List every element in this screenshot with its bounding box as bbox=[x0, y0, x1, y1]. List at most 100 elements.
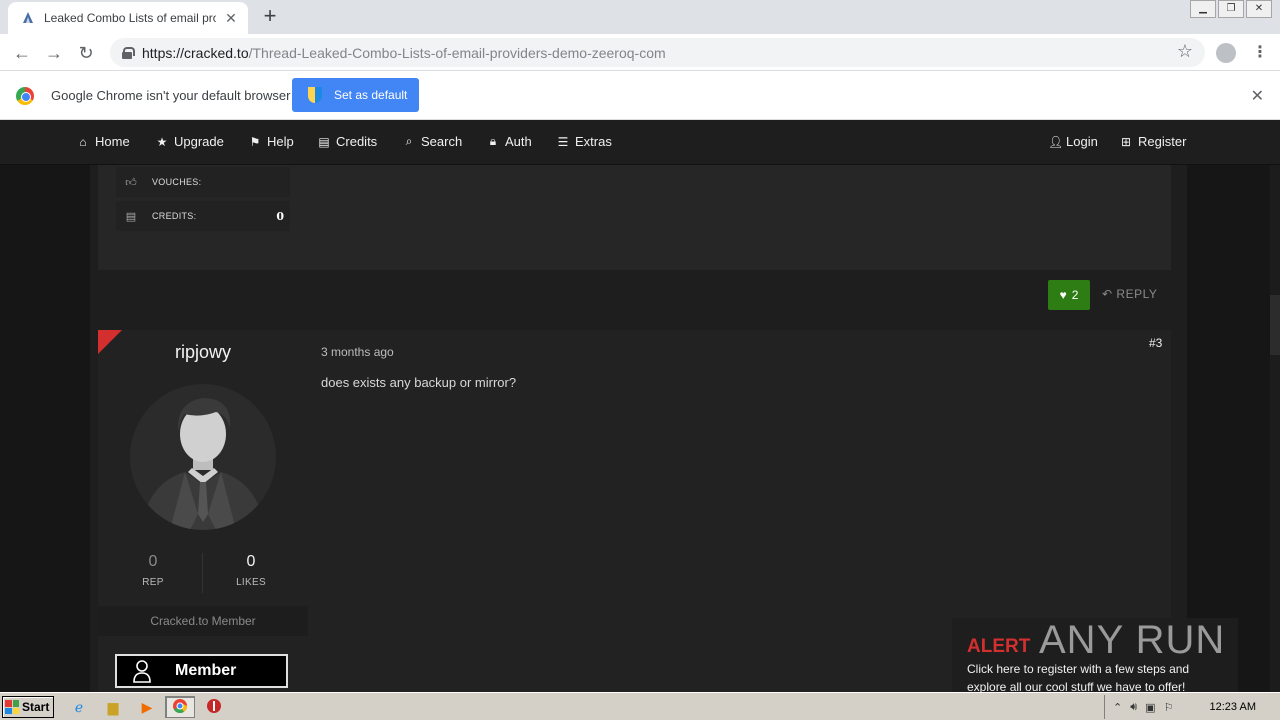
star-icon: ★ bbox=[156, 134, 168, 149]
post-date: 3 months ago bbox=[321, 345, 394, 359]
chrome-logo-icon bbox=[16, 87, 34, 105]
internet-explorer-icon[interactable]: ℯ bbox=[70, 698, 88, 716]
browser-tabstrip: Leaked Combo Lists of email providers ✕ … bbox=[0, 0, 1280, 34]
lock-icon: 🔒︎ bbox=[489, 134, 497, 148]
nav-auth[interactable]: 🔒︎ Auth bbox=[487, 134, 532, 149]
close-window-button[interactable]: ✕ bbox=[1246, 0, 1272, 18]
vouches-label: VOUCHES: bbox=[152, 177, 202, 187]
bookmark-star-icon[interactable]: ☆ bbox=[1177, 41, 1193, 62]
like-button[interactable]: ♥ 2 bbox=[1048, 280, 1090, 310]
heart-icon: ♥ bbox=[1059, 288, 1067, 302]
windows-logo-icon bbox=[5, 700, 19, 714]
person-outline-icon bbox=[117, 659, 167, 683]
nav-help[interactable]: ⚑ Help bbox=[249, 134, 294, 149]
uac-shield-icon bbox=[308, 87, 322, 103]
media-player-icon[interactable]: ▶ bbox=[138, 698, 156, 716]
window-controls: ▁ ❐ ✕ bbox=[1188, 0, 1272, 18]
post-message: does exists any backup or mirror? bbox=[321, 375, 517, 390]
default-avatar-icon bbox=[148, 398, 258, 530]
address-bar[interactable]: https://cracked.to/Thread-Leaked-Combo-L… bbox=[110, 38, 1205, 67]
reply-icon: ↶ bbox=[1102, 287, 1113, 301]
tab-close-icon[interactable]: ✕ bbox=[222, 10, 240, 27]
set-default-button[interactable]: Set as default bbox=[292, 78, 419, 112]
home-icon: ⌂ bbox=[79, 134, 87, 149]
taskbar-clock[interactable]: 12:23 AM bbox=[1210, 701, 1256, 713]
infobar-message: Google Chrome isn't your default browser bbox=[51, 88, 291, 103]
rep-value: 0 bbox=[148, 553, 158, 570]
new-tab-button[interactable]: + bbox=[258, 5, 282, 29]
nav-home[interactable]: ⌂ Home bbox=[77, 134, 129, 149]
credits-label: CREDITS: bbox=[152, 211, 197, 221]
vouches-row: 👍︎ VOUCHES: bbox=[116, 167, 290, 197]
rep-label: REP bbox=[142, 577, 164, 588]
url-text: https://cracked.to/Thread-Leaked-Combo-L… bbox=[142, 44, 666, 61]
browser-tab[interactable]: Leaked Combo Lists of email providers ✕ bbox=[8, 2, 248, 34]
chrome-icon[interactable] bbox=[171, 698, 189, 716]
minimize-button[interactable]: ▁ bbox=[1190, 0, 1216, 18]
nav-login[interactable]: 👤︎ Login bbox=[1048, 134, 1098, 149]
member-badge: Member bbox=[115, 654, 288, 688]
restore-button[interactable]: ❐ bbox=[1218, 0, 1244, 18]
nav-credits[interactable]: ▤ Credits bbox=[318, 134, 377, 149]
user-avatar[interactable] bbox=[130, 384, 276, 530]
site-favicon-icon bbox=[20, 10, 36, 26]
alert-title: ALERT bbox=[967, 636, 1031, 657]
windows-taskbar: Start ℯ ▆ ▶ ⌃ 🔊︎ ▣ ⚐ 12:23 AM bbox=[0, 692, 1280, 720]
chrome-menu-icon[interactable]: ⋮ bbox=[1252, 42, 1268, 62]
start-button[interactable]: Start bbox=[2, 696, 54, 718]
money-icon: ▤ bbox=[318, 134, 330, 149]
money-icon: ▤ bbox=[125, 210, 137, 223]
tab-title: Leaked Combo Lists of email providers bbox=[44, 11, 216, 25]
folder-icon[interactable]: ▆ bbox=[104, 698, 122, 716]
nav-upgrade[interactable]: ★ Upgrade bbox=[156, 134, 224, 149]
thumbs-up-icon: 👍︎ bbox=[125, 176, 137, 189]
anyrun-brand: ANY RUN bbox=[1039, 618, 1226, 662]
flag-icon: ⚑ bbox=[249, 134, 261, 149]
page-content: 👍︎ VOUCHES: ▤ CREDITS: 0 ♥ 2 ↶ REPLY rip… bbox=[0, 165, 1280, 692]
likes-value: 0 bbox=[246, 553, 256, 570]
stop-icon[interactable] bbox=[205, 698, 223, 716]
stat-divider bbox=[202, 553, 203, 593]
back-button[interactable]: ← bbox=[10, 41, 34, 65]
rep-stat: 0 REP bbox=[120, 553, 186, 588]
reply-label: REPLY bbox=[1116, 287, 1158, 301]
user-icon: 👤︎ bbox=[1048, 134, 1064, 149]
infobar-close-icon[interactable]: ✕ bbox=[1251, 86, 1264, 106]
plus-square-icon: ⊞ bbox=[1120, 134, 1132, 149]
post-username[interactable]: ripjowy bbox=[98, 342, 308, 363]
site-navbar: ⌂ Home ★ Upgrade ⚑ Help ▤ Credits ⌕ Search 🔒︎… bbox=[0, 120, 1280, 165]
profile-avatar-icon[interactable] bbox=[1216, 43, 1236, 63]
nav-extras[interactable]: ☰ Extras bbox=[557, 134, 612, 149]
search-icon: ⌕ bbox=[405, 134, 413, 148]
like-count: 2 bbox=[1071, 288, 1079, 302]
set-default-label: Set as default bbox=[334, 88, 408, 102]
system-tray: ⌃ 🔊︎ ▣ ⚐ 12:23 AM bbox=[1104, 695, 1280, 719]
reload-button[interactable]: ↻ bbox=[74, 41, 98, 65]
network-icon[interactable]: ▣ bbox=[1145, 701, 1155, 714]
credits-value: 0 bbox=[276, 209, 284, 223]
alert-message: Click here to register with a few steps … bbox=[967, 662, 1190, 694]
right-gutter bbox=[1187, 165, 1270, 692]
left-gutter bbox=[0, 165, 90, 692]
reply-button[interactable]: ↶ REPLY bbox=[1102, 287, 1157, 301]
credits-row: ▤ CREDITS: 0 bbox=[116, 201, 290, 231]
action-center-flag-icon[interactable]: ⚐ bbox=[1164, 701, 1174, 714]
bars-icon: ☰ bbox=[557, 134, 569, 149]
forward-button[interactable]: → bbox=[42, 41, 66, 65]
anyrun-alert-banner[interactable]: ANY RUN ALERT Click here to register wit… bbox=[952, 618, 1238, 694]
member-badge-label: Member bbox=[175, 662, 237, 679]
page-scrollbar[interactable] bbox=[1270, 165, 1280, 692]
tray-expand-icon[interactable]: ⌃ bbox=[1113, 701, 1122, 714]
volume-icon[interactable]: 🔊︎ bbox=[1130, 701, 1137, 714]
scrollbar-thumb[interactable] bbox=[1270, 295, 1280, 355]
user-title: Cracked.to Member bbox=[98, 606, 308, 636]
likes-label: LIKES bbox=[236, 577, 266, 588]
lock-icon bbox=[122, 46, 135, 59]
nav-search[interactable]: ⌕ Search bbox=[403, 134, 463, 149]
default-browser-infobar: Google Chrome isn't your default browser… bbox=[0, 71, 1280, 120]
browser-toolbar: ← → ↻ https://cracked.to/Thread-Leaked-C… bbox=[0, 34, 1280, 71]
post-number-link[interactable]: #3 bbox=[1149, 336, 1162, 350]
prev-post-body bbox=[308, 165, 1171, 270]
likes-stat: 0 LIKES bbox=[218, 553, 284, 588]
nav-register[interactable]: ⊞ Register bbox=[1120, 134, 1186, 149]
